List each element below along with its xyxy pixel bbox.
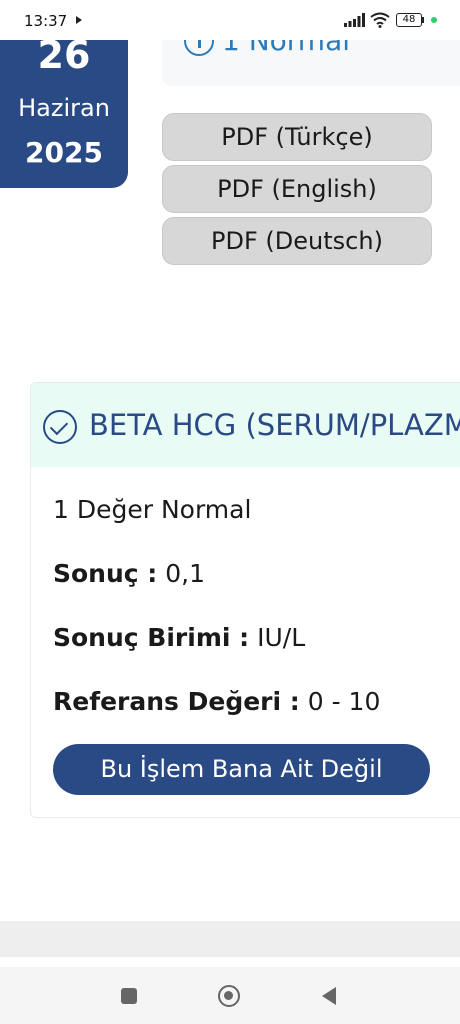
unit-value: IU/L	[257, 623, 306, 652]
battery-tip	[422, 17, 424, 23]
date-badge: 26 Haziran 2025	[0, 20, 128, 188]
recent-apps-icon[interactable]	[121, 988, 137, 1004]
not-mine-button[interactable]: Bu İşlem Bana Ait Değil	[53, 744, 430, 795]
wifi-icon	[370, 12, 390, 28]
status-bar: 13:37 48	[0, 0, 460, 40]
privacy-indicator-dot	[431, 17, 437, 23]
footer-band	[0, 921, 460, 957]
date-day: 26	[37, 33, 91, 77]
unit-label: Sonuç Birimi :	[53, 623, 250, 652]
test-result-card: BETA HCG (SERUM/PLAZMA) 1 Değer Normal S…	[30, 382, 460, 818]
unit-row: Sonuç Birimi : IU/L	[53, 623, 305, 652]
pdf-english-button[interactable]: PDF (English)	[162, 165, 432, 213]
reference-value: 0 - 10	[307, 687, 381, 716]
pdf-turkish-button[interactable]: PDF (Türkçe)	[162, 113, 432, 161]
media-play-icon	[76, 16, 82, 24]
test-title: BETA HCG (SERUM/PLAZMA)	[89, 408, 460, 442]
result-header: BETA HCG (SERUM/PLAZMA)	[31, 383, 460, 467]
date-year: 2025	[25, 136, 103, 169]
result-value: 0,1	[165, 559, 206, 588]
back-icon[interactable]	[322, 987, 336, 1005]
battery-icon: 48	[396, 13, 422, 27]
pdf-german-button[interactable]: PDF (Deutsch)	[162, 217, 432, 265]
reference-row: Referans Değeri : 0 - 10	[53, 687, 380, 716]
status-time: 13:37	[24, 12, 68, 30]
navigation-bar	[0, 967, 460, 1024]
signal-icon	[344, 13, 365, 27]
result-status: 1 Değer Normal	[53, 495, 252, 524]
date-month: Haziran	[18, 94, 110, 122]
check-circle-icon	[43, 410, 77, 444]
result-row: Sonuç : 0,1	[53, 559, 205, 588]
home-icon[interactable]	[218, 985, 240, 1007]
result-label: Sonuç :	[53, 559, 158, 588]
reference-label: Referans Değeri :	[53, 687, 300, 716]
